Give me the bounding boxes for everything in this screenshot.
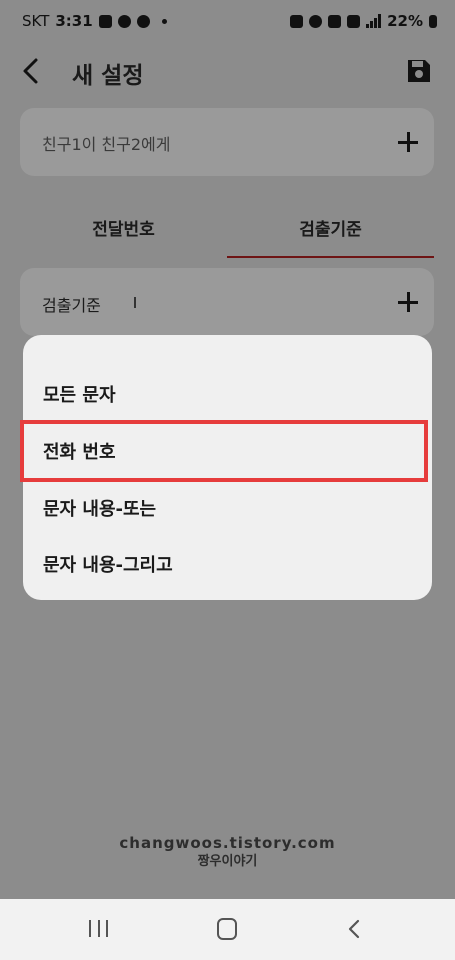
volte-icon — [347, 14, 361, 28]
signal-icon — [366, 14, 382, 28]
highlight-box — [20, 420, 428, 482]
home-icon[interactable] — [217, 918, 237, 940]
navigation-bar — [0, 899, 455, 960]
menu-item-content-or[interactable]: 문자 내용-또는 — [43, 495, 156, 521]
chevron-left-icon[interactable] — [16, 54, 46, 88]
text-cursor — [134, 297, 136, 308]
back-icon[interactable] — [344, 918, 364, 940]
watermark-name: 짱우이야기 — [197, 854, 258, 869]
recipient-card[interactable]: 친구1이 친구2에게 — [20, 108, 434, 176]
page-title: 새 설정 — [72, 63, 144, 89]
tab-bar: 전달번호 검출기준 — [20, 196, 434, 258]
more-notifications-icon — [161, 18, 167, 24]
chat-notification-icon — [117, 14, 131, 28]
menu-item-all-messages[interactable]: 모든 문자 — [43, 381, 116, 407]
battery-icon — [429, 14, 437, 28]
clock: 3:31 — [55, 12, 93, 30]
tab-detection-criteria[interactable]: 검출기준 — [227, 196, 434, 258]
battery-percent: 22% — [387, 12, 423, 30]
lock-icon — [290, 14, 304, 28]
alert-notification-icon — [136, 14, 150, 28]
alarm-icon — [309, 14, 323, 28]
mute-icon — [328, 14, 342, 28]
status-left: SKT 3:31 — [22, 12, 167, 30]
app-bar: 새 설정 — [0, 42, 455, 102]
carrier-label: SKT — [22, 12, 50, 30]
recipient-text: 친구1이 친구2에게 — [42, 135, 171, 154]
plus-icon[interactable] — [398, 292, 418, 312]
recent-apps-icon[interactable] — [89, 920, 108, 937]
criteria-label: 검출기준 — [42, 296, 101, 315]
criteria-card[interactable]: 검출기준 — [20, 268, 434, 336]
floppy-disk-icon[interactable] — [406, 58, 432, 84]
status-bar: SKT 3:31 22% — [0, 0, 455, 42]
menu-item-content-and[interactable]: 문자 내용-그리고 — [43, 551, 173, 577]
status-right: 22% — [290, 12, 437, 30]
gallery-notification-icon — [98, 14, 112, 28]
plus-icon[interactable] — [398, 132, 418, 152]
tab-forward-number[interactable]: 전달번호 — [20, 196, 227, 258]
